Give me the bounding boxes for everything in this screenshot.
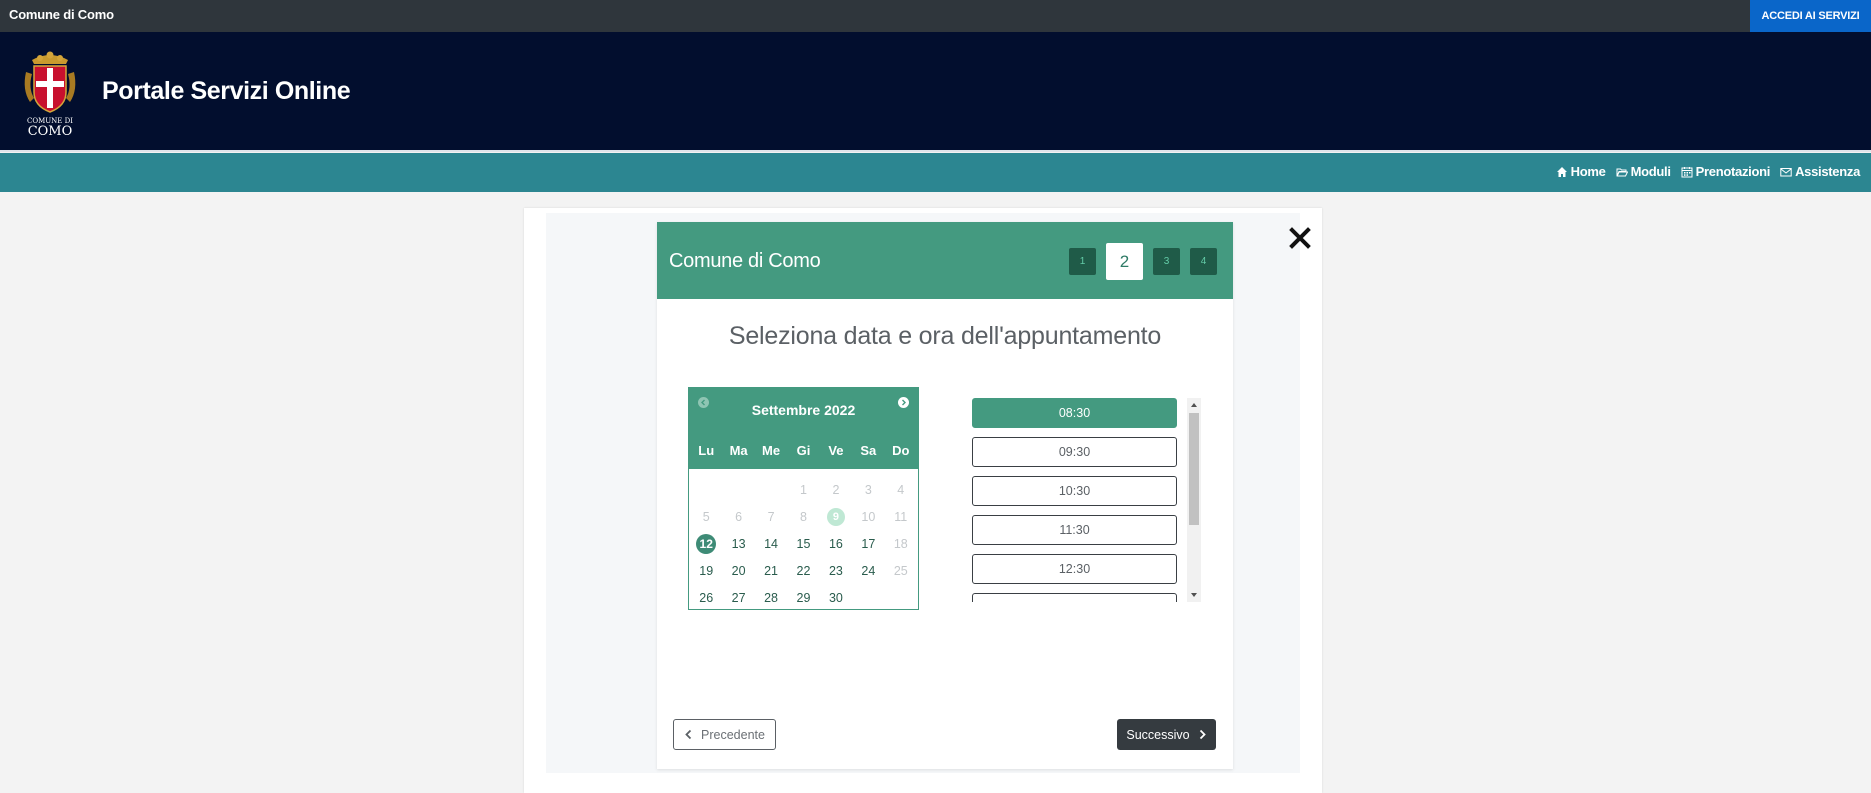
- home-icon: [1556, 166, 1567, 177]
- nav-item-label: Prenotazioni: [1695, 164, 1771, 179]
- portal-title[interactable]: Portale Servizi Online: [102, 77, 351, 106]
- calendar-day[interactable]: 26: [690, 584, 722, 611]
- today-marker: 9: [826, 507, 845, 526]
- calendar-day[interactable]: 30: [820, 584, 852, 611]
- access-services-button[interactable]: ACCEDI AI SERVIZI: [1750, 0, 1871, 32]
- wizard-step-4[interactable]: 4: [1190, 248, 1217, 275]
- envelope-icon: [1780, 167, 1792, 176]
- scroll-up-icon[interactable]: [1190, 401, 1198, 409]
- close-icon[interactable]: [1288, 226, 1312, 250]
- calendar-day[interactable]: 19: [690, 557, 722, 584]
- time-slot-button[interactable]: 08:30: [972, 398, 1177, 428]
- calendar-empty-cell: [690, 476, 722, 503]
- calendar-day: 5: [702, 509, 710, 524]
- nav-item-label: Home: [1570, 164, 1606, 179]
- calendar-day[interactable]: 28: [755, 584, 787, 611]
- time-slot-button[interactable]: 12:30: [972, 554, 1177, 584]
- booking-wizard: Comune di Como 1 2 3 4 Seleziona data e …: [657, 222, 1233, 769]
- wizard-title: Seleziona data e ora dell'appuntamento: [728, 322, 1162, 350]
- calendar-day[interactable]: 16: [820, 530, 852, 557]
- calendar-day[interactable]: 29: [787, 584, 819, 611]
- next-button[interactable]: Successivo: [1117, 719, 1216, 750]
- weekday-label: Sa: [860, 443, 877, 458]
- chevron-right-icon: [902, 399, 906, 406]
- weekday-label: Do: [892, 443, 910, 458]
- calendar-day: 6: [735, 509, 743, 524]
- calendar-empty-cell: [722, 476, 754, 503]
- calendar-day: 1: [800, 482, 807, 497]
- calendar-day[interactable]: 14: [755, 530, 787, 557]
- time-slot-button[interactable]: 10:30: [972, 476, 1177, 506]
- nav-item-label: Assistenza: [1795, 164, 1860, 179]
- topbar-brand[interactable]: Comune di Como: [9, 7, 114, 22]
- calendar-day[interactable]: 20: [722, 557, 754, 584]
- calendar-icon: [1681, 166, 1693, 177]
- selected-day-marker: 12: [696, 533, 717, 554]
- calendar-day[interactable]: 15: [787, 530, 819, 557]
- time-slot-button[interactable]: [972, 593, 1177, 602]
- calendar-day[interactable]: 23: [820, 557, 852, 584]
- calendar-days: 1 2 3 4 5 6 7 8 9 10 11 12 13 14 15 16 17 18 19 20 21 22 23 24 2…: [689, 476, 918, 611]
- top-bar: Comune di Como ACCEDI AI SERVIZI: [0, 0, 1871, 32]
- logo-text-como: COMO: [28, 124, 73, 136]
- calendar-day[interactable]: 17: [852, 530, 884, 557]
- nav-item-assistenza[interactable]: Assistenza: [1780, 164, 1860, 179]
- time-slot-list: 08:30 09:30 10:30 11:30 12:30: [972, 398, 1187, 602]
- previous-button-label: Precedente: [701, 727, 765, 742]
- scrollbar-thumb[interactable]: [1189, 413, 1199, 525]
- wizard-step-3[interactable]: 3: [1153, 248, 1180, 275]
- nav-item-moduli[interactable]: Moduli: [1616, 164, 1671, 179]
- weekday-label: Ma: [729, 443, 748, 458]
- weekday-label: Lu: [698, 443, 715, 458]
- calendar-day[interactable]: 24: [852, 557, 884, 584]
- calendar-day[interactable]: 22: [787, 557, 819, 584]
- wizard-org-name: Comune di Como: [669, 250, 821, 272]
- wizard-header: Comune di Como 1 2 3 4: [657, 222, 1233, 299]
- calendar-day[interactable]: 12: [690, 530, 722, 557]
- calendar-day: 7: [767, 509, 775, 524]
- time-slot-button[interactable]: 11:30: [972, 515, 1177, 545]
- date-picker: Settembre 2022 Lu Ma Me Gi Ve Sa Do 1234567891…: [688, 387, 919, 610]
- wizard-step-2[interactable]: 2: [1106, 243, 1143, 280]
- previous-button[interactable]: Precedente: [673, 719, 776, 750]
- weekday-label: Gi: [796, 443, 811, 458]
- time-slot-button[interactable]: 09:30: [972, 437, 1177, 467]
- calendar-header: Settembre 2022 Lu Ma Me Gi Ve Sa Do: [689, 388, 918, 469]
- como-crest-logo[interactable]: COMUNE DI COMO: [20, 50, 80, 136]
- calendar-month: Settembre 2022: [751, 402, 856, 418]
- next-button-label: Successivo: [1126, 727, 1190, 742]
- folder-open-icon: [1616, 168, 1628, 176]
- booking-card: Comune di Como 1 2 3 4 Seleziona data e …: [524, 208, 1322, 793]
- calendar-day: 2: [832, 482, 840, 497]
- calendar-day: 9: [820, 503, 852, 530]
- site-header: COMUNE DI COMO Portale Servizi Online: [0, 32, 1871, 152]
- calendar-day: 10: [861, 509, 876, 524]
- calendar-empty-cell: [755, 476, 787, 503]
- nav-item-label: Moduli: [1630, 164, 1671, 179]
- header-divider: [0, 150, 1871, 152]
- weekday-header: Lu Ma Me Gi Ve Sa Do: [689, 443, 918, 458]
- wizard-step-1[interactable]: 1: [1069, 248, 1096, 275]
- calendar-day[interactable]: 21: [755, 557, 787, 584]
- weekday-label: Ve: [828, 443, 844, 458]
- chevron-left-icon: [685, 729, 692, 740]
- scroll-down-icon[interactable]: [1190, 591, 1198, 599]
- calendar-day: 3: [864, 482, 872, 497]
- calendar-day[interactable]: 27: [722, 584, 754, 611]
- calendar-day: 4: [897, 482, 905, 497]
- calendar-day: 18: [893, 536, 908, 551]
- nav-item-home[interactable]: Home: [1556, 164, 1606, 179]
- main-nav: Home Moduli Prenotazioni Assistenza: [0, 153, 1871, 192]
- time-slot-scrollbar[interactable]: [1187, 398, 1201, 602]
- nav-item-prenotazioni[interactable]: Prenotazioni: [1681, 164, 1770, 179]
- booking-card-body: Comune di Como 1 2 3 4 Seleziona data e …: [546, 213, 1311, 773]
- wizard-steps: 1 2 3 4: [1069, 243, 1217, 280]
- calendar-day: 11: [894, 509, 908, 524]
- calendar-day: 25: [893, 563, 908, 578]
- calendar-day: 8: [800, 509, 807, 524]
- calendar-day[interactable]: 13: [722, 530, 754, 557]
- weekday-label: Me: [762, 443, 781, 458]
- chevron-right-icon: [1199, 729, 1206, 740]
- next-month-button[interactable]: [898, 397, 909, 408]
